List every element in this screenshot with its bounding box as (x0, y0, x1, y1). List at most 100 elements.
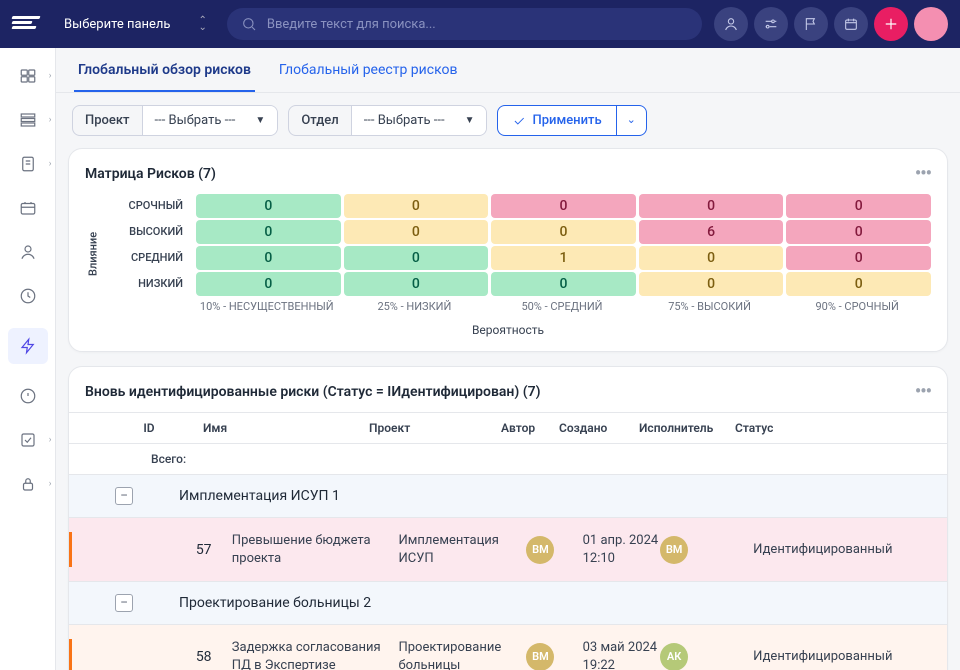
rail-nav-4[interactable] (8, 196, 48, 220)
matrix-cell[interactable]: 1 (491, 246, 636, 270)
rail-nav-6[interactable] (8, 284, 48, 308)
avatar[interactable]: ВМ (660, 536, 688, 564)
filters: Проект --- Выбрать ---▼ Отдел --- Выбрат… (56, 93, 960, 148)
tab-registry[interactable]: Глобальный реестр рисков (275, 48, 462, 92)
rail-nav-3[interactable]: › (8, 152, 48, 176)
rail-nav-1[interactable]: › (8, 64, 48, 88)
filter-project: Проект --- Выбрать ---▼ (72, 105, 278, 136)
group-row[interactable]: −Проектирование больницы 2 (69, 581, 947, 624)
rail-nav-2[interactable]: › (8, 108, 48, 132)
risk-created: 01 апр. 2024 12:10 (583, 532, 661, 567)
risk-name: Превышение бюджета проекта (232, 532, 399, 567)
chevron-down-icon: ▼ (255, 115, 265, 126)
tabs: Глобальный обзор рисков Глобальный реест… (56, 48, 960, 93)
matrix-cell[interactable]: 0 (786, 220, 931, 244)
search-placeholder: Введите текст для поиска... (267, 17, 436, 32)
risk-status: Идентифицированный (753, 542, 947, 557)
matrix-panel: Матрица Рисков (7) ••• Влияние СРОЧНЫЙ00… (68, 148, 948, 352)
matrix-row-label: ВЫСОКИЙ (101, 220, 193, 244)
matrix-cell[interactable]: 0 (344, 220, 489, 244)
user-icon-button[interactable] (714, 7, 748, 41)
matrix-cell[interactable]: 0 (786, 246, 931, 270)
col-id: ID (99, 421, 199, 435)
tab-overview[interactable]: Глобальный обзор рисков (74, 48, 255, 92)
apply-button[interactable]: Применить (497, 105, 615, 136)
risk-row[interactable]: 57Превышение бюджета проектаИмплементаци… (69, 517, 947, 581)
collapse-button[interactable]: − (115, 594, 133, 612)
panel-selector-label: Выберите панель (64, 17, 170, 32)
avatar[interactable]: АК (660, 643, 688, 670)
matrix-cell[interactable]: 0 (196, 246, 341, 270)
filter-project-select[interactable]: --- Выбрать ---▼ (143, 106, 278, 135)
filter-dept: Отдел --- Выбрать ---▼ (288, 105, 487, 136)
col-created: Создано (559, 421, 639, 435)
rail-nav-7[interactable] (8, 384, 48, 408)
chevron-updown-icon: ⌃⌄ (198, 17, 206, 31)
matrix-cell[interactable]: 0 (491, 272, 636, 296)
filter-project-label: Проект (73, 106, 143, 135)
risks-title: Вновь идентифицированные риски (Статус =… (85, 384, 541, 400)
filter-dept-select[interactable]: --- Выбрать ---▼ (352, 106, 487, 135)
filter-dept-label: Отдел (289, 106, 351, 135)
add-button[interactable] (874, 7, 908, 41)
total-row: Всего: (69, 443, 947, 474)
flag-icon-button[interactable] (794, 7, 828, 41)
matrix-row-label: СРОЧНЫЙ (101, 194, 193, 218)
panel-selector[interactable]: Выберите панель ⌃⌄ (56, 17, 215, 32)
matrix-title: Матрица Рисков (7) (85, 166, 216, 182)
matrix-col-label: 25% - НИЗКИЙ (341, 300, 489, 313)
matrix-cell[interactable]: 0 (491, 220, 636, 244)
risk-assignee: ВМ (660, 536, 753, 564)
sliders-icon-button[interactable] (754, 7, 788, 41)
group-row[interactable]: −Имплементация ИСУП 1 (69, 474, 947, 517)
calendar-icon-button[interactable] (834, 7, 868, 41)
matrix-cell[interactable]: 0 (196, 272, 341, 296)
user-avatar[interactable] (914, 7, 948, 41)
risks-menu[interactable]: ••• (915, 381, 931, 402)
chevron-down-icon: ▼ (465, 115, 475, 126)
risk-assignee: АК (660, 643, 753, 670)
risk-project: Проектирование больницы (398, 639, 526, 670)
left-rail: › › › › › (0, 48, 56, 670)
matrix-cell[interactable]: 0 (786, 272, 931, 296)
matrix-xlabel: Вероятность (85, 323, 931, 337)
matrix-cell[interactable]: 0 (639, 272, 784, 296)
matrix-menu[interactable]: ••• (915, 163, 931, 184)
check-icon (512, 114, 526, 128)
rail-nav-risks[interactable] (8, 328, 48, 364)
apply-group: Применить ⌄ (497, 105, 646, 136)
collapse-button[interactable]: − (115, 487, 133, 505)
matrix-cell[interactable]: 0 (491, 194, 636, 218)
matrix-cell[interactable]: 0 (639, 194, 784, 218)
rail-nav-5[interactable] (8, 240, 48, 264)
matrix-cell[interactable]: 0 (344, 246, 489, 270)
matrix-col-label: 75% - ВЫСОКИЙ (636, 300, 784, 313)
rail-nav-9[interactable]: › (8, 472, 48, 496)
risk-project: Имплементация ИСУП (398, 532, 526, 567)
matrix-cell[interactable]: 0 (344, 272, 489, 296)
risk-id: 58 (176, 649, 232, 665)
matrix-cell[interactable]: 0 (196, 220, 341, 244)
apply-dropdown[interactable]: ⌄ (616, 105, 647, 136)
risk-row[interactable]: 58Задержка согласования ПД в ЭкспертизеП… (69, 624, 947, 670)
risks-panel: Вновь идентифицированные риски (Статус =… (68, 366, 948, 670)
matrix-cell[interactable]: 0 (786, 194, 931, 218)
matrix-cell[interactable]: 0 (196, 194, 341, 218)
matrix-col-label: 10% - НЕСУЩЕСТВЕННЫЙ (193, 300, 341, 313)
avatar[interactable]: ВМ (526, 643, 554, 670)
avatar[interactable]: ВМ (526, 536, 554, 564)
matrix-col-label: 90% - СРОЧНЫЙ (783, 300, 931, 313)
matrix-cell[interactable]: 6 (639, 220, 784, 244)
col-author: Автор (501, 421, 559, 435)
top-bar: Выберите панель ⌃⌄ Введите текст для пои… (0, 0, 960, 48)
risk-id: 57 (176, 542, 232, 558)
matrix-cell[interactable]: 0 (639, 246, 784, 270)
matrix-ylabel: Влияние (85, 194, 101, 313)
matrix-col-label: 50% - СРЕДНИЙ (488, 300, 636, 313)
rail-nav-8[interactable]: › (8, 428, 48, 452)
matrix-cell[interactable]: 0 (344, 194, 489, 218)
search-box[interactable]: Введите текст для поиска... (227, 8, 702, 40)
search-icon (241, 16, 257, 32)
priority-edge (69, 532, 72, 567)
risk-created: 03 май 2024 19:22 (583, 639, 661, 670)
